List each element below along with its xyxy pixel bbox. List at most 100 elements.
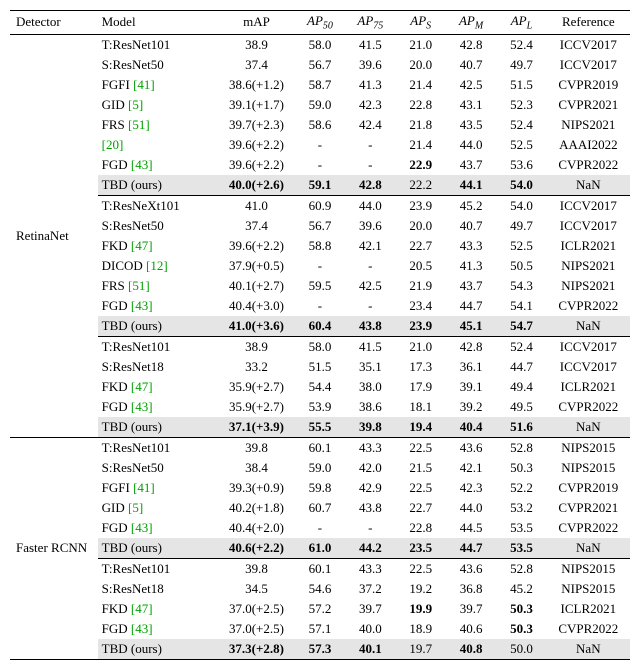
table-cell: 54.4: [295, 377, 345, 397]
citation-link[interactable]: [47]: [131, 601, 153, 616]
table-cell: 37.4: [218, 216, 295, 236]
table-cell: 42.5: [446, 75, 496, 95]
table-cell: 49.7: [496, 216, 546, 236]
citation-link[interactable]: [47]: [131, 379, 153, 394]
table-cell: NIPS2015: [547, 437, 630, 458]
table-cell: 44.7: [496, 357, 546, 377]
table-cell: 21.4: [396, 135, 446, 155]
table-cell: 52.5: [496, 135, 546, 155]
citation-link[interactable]: [5]: [128, 500, 143, 515]
table-cell: 57.1: [295, 619, 345, 639]
citation-link[interactable]: [5]: [128, 97, 143, 112]
table-cell: 44.2: [345, 538, 395, 559]
table-cell: 52.2: [496, 478, 546, 498]
table-cell: -: [345, 155, 395, 175]
citation-link[interactable]: [51]: [128, 278, 150, 293]
table-cell: -: [295, 256, 345, 276]
table-cell: 39.8: [345, 417, 395, 438]
table-row: FKD [47]35.9(+2.7)54.438.017.939.149.4IC…: [10, 377, 630, 397]
table-cell: 38.6(+1.2): [218, 75, 295, 95]
table-cell: 37.0(+2.5): [218, 619, 295, 639]
table-cell: CVPR2021: [547, 95, 630, 115]
table-row: S:ResNet1834.554.637.219.236.845.2NIPS20…: [10, 579, 630, 599]
table-cell: 22.5: [396, 437, 446, 458]
table-cell: 53.9: [295, 397, 345, 417]
table-cell: 41.0: [218, 195, 295, 216]
table-cell: 58.0: [295, 336, 345, 357]
table-cell: 44.0: [446, 498, 496, 518]
table-cell: 39.7(+2.3): [218, 115, 295, 135]
model-name: GID [5]: [98, 95, 218, 115]
table-cell: 43.3: [446, 236, 496, 256]
table-cell: 23.9: [396, 195, 446, 216]
table-cell: 42.1: [345, 236, 395, 256]
citation-link[interactable]: [43]: [131, 298, 153, 313]
table-cell: NaN: [547, 175, 630, 196]
table-cell: 43.6: [446, 558, 496, 579]
table-cell: CVPR2019: [547, 75, 630, 95]
table-cell: -: [295, 296, 345, 316]
citation-link[interactable]: [43]: [131, 520, 153, 535]
model-name: S:ResNet18: [98, 357, 218, 377]
table-cell: 43.7: [446, 155, 496, 175]
header-map: mAP: [218, 11, 295, 35]
table-cell: 41.0(+3.6): [218, 316, 295, 337]
table-cell: 43.6: [446, 437, 496, 458]
table-cell: 39.3(+0.9): [218, 478, 295, 498]
citation-link[interactable]: [41]: [133, 480, 155, 495]
table-cell: 40.6(+2.2): [218, 538, 295, 559]
table-cell: 60.9: [295, 195, 345, 216]
table-cell: 42.8: [345, 175, 395, 196]
table-cell: 19.2: [396, 579, 446, 599]
table-cell: 39.1: [446, 377, 496, 397]
citation-link[interactable]: [51]: [128, 117, 150, 132]
table-cell: 42.0: [345, 458, 395, 478]
detector-name: RetinaNet: [10, 34, 98, 437]
table-cell: 37.2: [345, 579, 395, 599]
table-cell: 43.3: [345, 437, 395, 458]
table-cell: 52.4: [496, 336, 546, 357]
citation-link[interactable]: [20]: [102, 137, 124, 152]
table-row: TBD (ours)41.0(+3.6)60.443.823.945.154.7…: [10, 316, 630, 337]
table-cell: -: [295, 518, 345, 538]
table-cell: 54.0: [496, 195, 546, 216]
model-name: T:ResNet101: [98, 437, 218, 458]
table-cell: ICCV2017: [547, 34, 630, 55]
table-row: FKD [47]39.6(+2.2)58.842.122.743.352.5IC…: [10, 236, 630, 256]
table-cell: 23.9: [396, 316, 446, 337]
table-cell: 43.3: [345, 558, 395, 579]
table-cell: 43.5: [446, 115, 496, 135]
table-cell: -: [345, 518, 395, 538]
table-cell: 38.9: [218, 34, 295, 55]
citation-link[interactable]: [12]: [146, 258, 168, 273]
citation-link[interactable]: [43]: [131, 399, 153, 414]
model-name: TBD (ours): [98, 316, 218, 337]
table-cell: 35.1: [345, 357, 395, 377]
table-cell: ICCV2017: [547, 216, 630, 236]
table-cell: 39.6: [345, 55, 395, 75]
table-cell: 22.7: [396, 498, 446, 518]
citation-link[interactable]: [47]: [131, 238, 153, 253]
table-row: TBD (ours)40.0(+2.6)59.142.822.244.154.0…: [10, 175, 630, 196]
table-row: Faster RCNNT:ResNet10139.860.143.322.543…: [10, 437, 630, 458]
table-cell: ICCV2017: [547, 195, 630, 216]
table-cell: ICLR2021: [547, 377, 630, 397]
table-cell: NIPS2021: [547, 256, 630, 276]
table-cell: 36.1: [446, 357, 496, 377]
table-cell: 56.7: [295, 55, 345, 75]
table-row: FGFI [41]39.3(+0.9)59.842.922.542.352.2C…: [10, 478, 630, 498]
table-cell: 53.6: [496, 155, 546, 175]
table-cell: 45.2: [446, 195, 496, 216]
citation-link[interactable]: [43]: [131, 157, 153, 172]
table-cell: 39.6(+2.2): [218, 155, 295, 175]
table-cell: 50.3: [496, 458, 546, 478]
table-cell: ICLR2021: [547, 599, 630, 619]
header-reference: Reference: [547, 11, 630, 35]
table-row: GID [5]40.2(+1.8)60.743.822.744.053.2CVP…: [10, 498, 630, 518]
results-table: Detector Model mAP AP50 AP75 APS APM APL…: [10, 10, 630, 660]
table-cell: NaN: [547, 639, 630, 660]
citation-link[interactable]: [43]: [131, 621, 153, 636]
table-cell: 39.1(+1.7): [218, 95, 295, 115]
table-cell: 36.8: [446, 579, 496, 599]
citation-link[interactable]: [41]: [133, 77, 155, 92]
